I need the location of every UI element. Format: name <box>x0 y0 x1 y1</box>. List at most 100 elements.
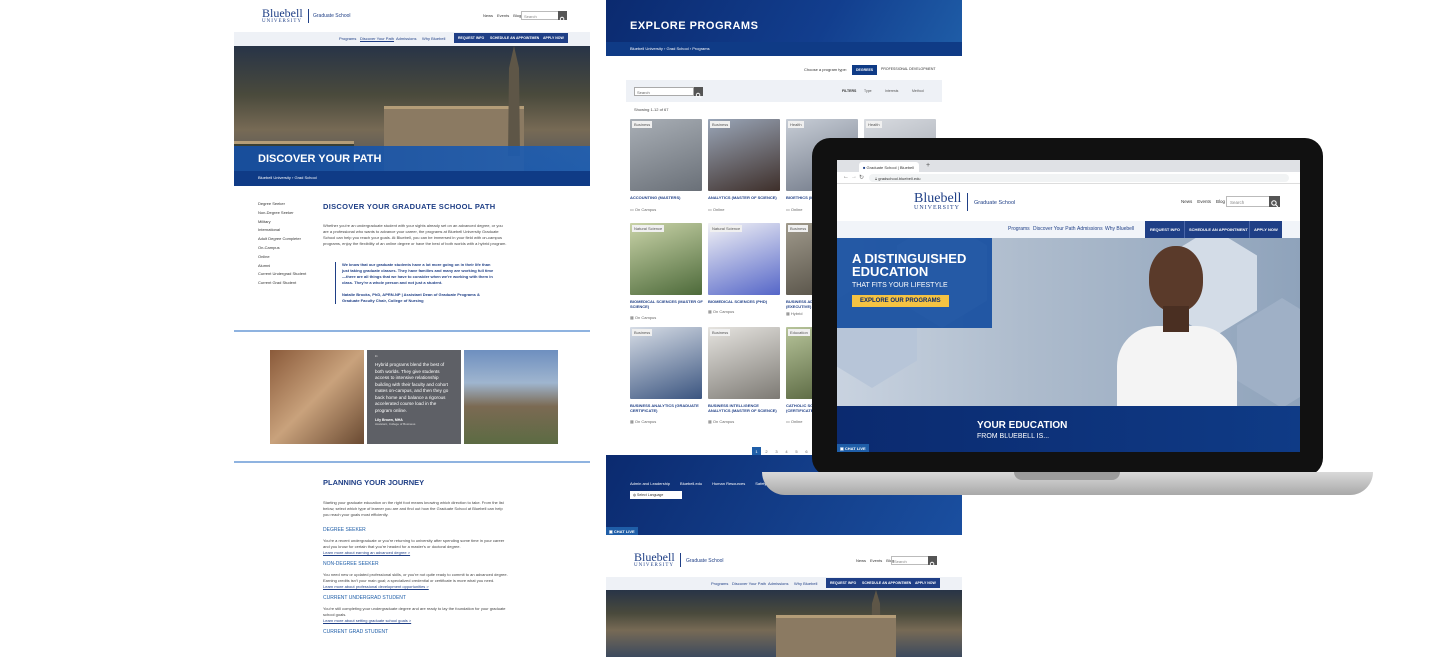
nav-admissions[interactable]: Admissions <box>768 581 788 586</box>
sidebar-item[interactable]: Alumni <box>258 263 328 272</box>
events-link[interactable]: Events <box>870 558 882 563</box>
request-info-button[interactable]: REQUEST INFO <box>1145 221 1186 238</box>
nav-programs[interactable]: Programs <box>1008 226 1030 232</box>
events-link[interactable]: Events <box>497 13 509 18</box>
bluebell-logo[interactable]: Bluebell UNIVERSITY <box>262 7 303 24</box>
address-bar[interactable]: 🔒︎ gradschool.bluebell.edu <box>869 174 1289 182</box>
non-degree-heading: NON-DEGREE SEEKER <box>323 561 379 567</box>
forward-icon[interactable]: → <box>851 174 857 180</box>
chat-live-button[interactable]: ▣ CHAT LIVE <box>606 527 638 535</box>
blog-link[interactable]: Blog <box>1216 199 1225 204</box>
news-link[interactable]: News <box>1181 199 1192 204</box>
sidebar-item[interactable]: International <box>258 227 328 236</box>
planning-title: PLANNING YOUR JOURNEY <box>323 478 425 487</box>
search-input[interactable]: Search <box>1226 196 1270 207</box>
schedule-button[interactable]: SCHEDULE AN APPOINTMENT <box>858 578 918 588</box>
events-link[interactable]: Events <box>1197 199 1211 204</box>
explore-programs-button[interactable]: EXPLORE OUR PROGRAMS <box>852 295 949 307</box>
nav-admissions[interactable]: Admissions <box>1077 226 1103 232</box>
program-card[interactable]: Business BUSINESS ANALYTICS (GRADUATE CE… <box>630 327 704 427</box>
program-search-button[interactable] <box>694 87 703 99</box>
nav-programs[interactable]: Programs <box>711 581 728 586</box>
laptop-screen: ■ Graduate School | Bluebell + ← → ↻ 🔒︎ … <box>837 160 1300 452</box>
card-image <box>630 327 702 399</box>
filter-method[interactable]: Method <box>912 89 924 93</box>
nav-admissions[interactable]: Admissions <box>396 36 416 41</box>
nav-programs[interactable]: Programs <box>339 36 356 41</box>
schedule-button[interactable]: SCHEDULE AN APPOINTMENT <box>486 33 546 43</box>
undergrad-link[interactable]: Learn more about setting graduate school… <box>323 618 508 623</box>
professional-toggle[interactable]: PROFESSIONAL DEVELOPMENT <box>881 67 936 71</box>
degree-seeker-link[interactable]: Learn more about earning an advanced deg… <box>323 550 508 555</box>
request-info-button[interactable]: REQUEST INFO <box>826 578 861 588</box>
programs-title: EXPLORE PROGRAMS <box>630 20 759 32</box>
nav-why[interactable]: Why Bluebell <box>794 581 817 586</box>
sidebar-item[interactable]: Non-Degree Seeker <box>258 210 328 219</box>
hero-panel: A DISTINGUISHED EDUCATION THAT FITS YOUR… <box>837 238 992 328</box>
search-input[interactable]: Search <box>891 556 929 565</box>
planning-list: DEGREE SEEKER You're a recent undergradu… <box>323 527 508 635</box>
bluebell-logo[interactable]: Bluebell UNIVERSITY <box>914 192 961 212</box>
nav-why[interactable]: Why Bluebell <box>422 36 445 41</box>
bluebell-logo[interactable]: Bluebell UNIVERSITY <box>634 551 675 568</box>
search-button[interactable] <box>558 11 567 23</box>
nav-discover[interactable]: Discover Your Path <box>1033 226 1076 232</box>
search-button[interactable] <box>928 556 937 568</box>
degrees-toggle[interactable]: DEGREES <box>852 65 878 75</box>
back-icon[interactable]: ← <box>843 174 849 180</box>
non-degree-link[interactable]: Learn more about professional developmen… <box>323 584 508 589</box>
testimonial-role: Assistant, College of Business <box>375 422 416 426</box>
sidebar-item[interactable]: On-Campus <box>258 245 328 254</box>
sidebar-item[interactable]: Current Grad Student <box>258 280 328 289</box>
hero-person <box>1117 246 1237 406</box>
section-title: DISCOVER YOUR GRADUATE SCHOOL PATH <box>323 202 496 211</box>
footer-link[interactable]: Human Resources <box>712 481 745 486</box>
nav-discover[interactable]: Discover Your Path <box>732 581 766 586</box>
language-select[interactable]: ◍ Select Language <box>630 491 682 499</box>
laptop-hero: A DISTINGUISHED EDUCATION THAT FITS YOUR… <box>837 238 1300 406</box>
footer-link[interactable]: Bluebell.edu <box>680 481 702 486</box>
filter-interests[interactable]: Interests <box>885 89 898 93</box>
reload-icon[interactable]: ↻ <box>859 174 864 181</box>
news-link[interactable]: News <box>856 558 866 563</box>
hero-line2: EDUCATION <box>852 264 929 279</box>
search-icon <box>695 92 702 99</box>
search-icon <box>1271 200 1279 208</box>
filter-type[interactable]: Type <box>864 89 872 93</box>
schedule-button[interactable]: SCHEDULE AN APPOINTMENT <box>1184 221 1252 238</box>
nav-why[interactable]: Why Bluebell <box>1105 226 1134 232</box>
quote-block: We know that our graduate students have … <box>335 262 495 304</box>
nav-discover[interactable]: Discover Your Path <box>360 36 394 41</box>
apply-button[interactable]: APPLY NOW <box>911 578 940 588</box>
intro-text: Whether you're an undergraduate student … <box>323 223 507 246</box>
new-tab-icon[interactable]: + <box>926 162 930 169</box>
hero-image <box>606 590 962 657</box>
browser-tab[interactable]: ■ Graduate School | Bluebell <box>859 162 919 172</box>
main-nav: Programs Discover Your Path Admissions W… <box>234 32 590 46</box>
sidebar-item[interactable]: Online <box>258 254 328 263</box>
apply-button[interactable]: APPLY NOW <box>539 33 568 43</box>
footer-link[interactable]: Admin and Leadership <box>630 481 670 486</box>
lock-icon: 🔒︎ <box>875 176 878 181</box>
school-name: Graduate School <box>686 558 724 564</box>
chat-live-button[interactable]: ▣ CHAT LIVE <box>837 444 869 452</box>
sidebar-item[interactable]: Degree Seeker <box>258 201 328 210</box>
apply-button[interactable]: APPLY NOW <box>1249 221 1282 238</box>
programs-breadcrumb: Bluebell University › Grad School › Prog… <box>606 42 962 56</box>
card-image <box>630 119 702 191</box>
quote-author: Natalie Brooks, PhD, APRN-NP | Assistant… <box>342 292 480 303</box>
sidebar-item[interactable]: Current Undergrad Student <box>258 271 328 280</box>
program-card[interactable]: Business ACCOUNTING (MASTERS) ▭ On Campu… <box>630 119 704 219</box>
education-band: YOUR EDUCATION FROM BLUEBELL IS... ▣ CHA… <box>837 406 1300 452</box>
request-info-button[interactable]: REQUEST INFO <box>454 33 489 43</box>
chat-icon: ▣ <box>609 529 613 534</box>
news-link[interactable]: News <box>483 13 493 18</box>
program-card[interactable]: Natural Science BIOMEDICAL SCIENCES (MAS… <box>630 223 704 323</box>
program-search-input[interactable]: Search <box>634 87 694 96</box>
photo-campus <box>464 350 558 444</box>
band-line2: FROM BLUEBELL IS... <box>977 433 1050 440</box>
sidebar-item[interactable]: Military <box>258 219 328 228</box>
search-input[interactable]: Search <box>521 11 559 20</box>
sidebar-item[interactable]: Adult Degree Completer <box>258 236 328 245</box>
search-button[interactable] <box>1269 196 1280 208</box>
